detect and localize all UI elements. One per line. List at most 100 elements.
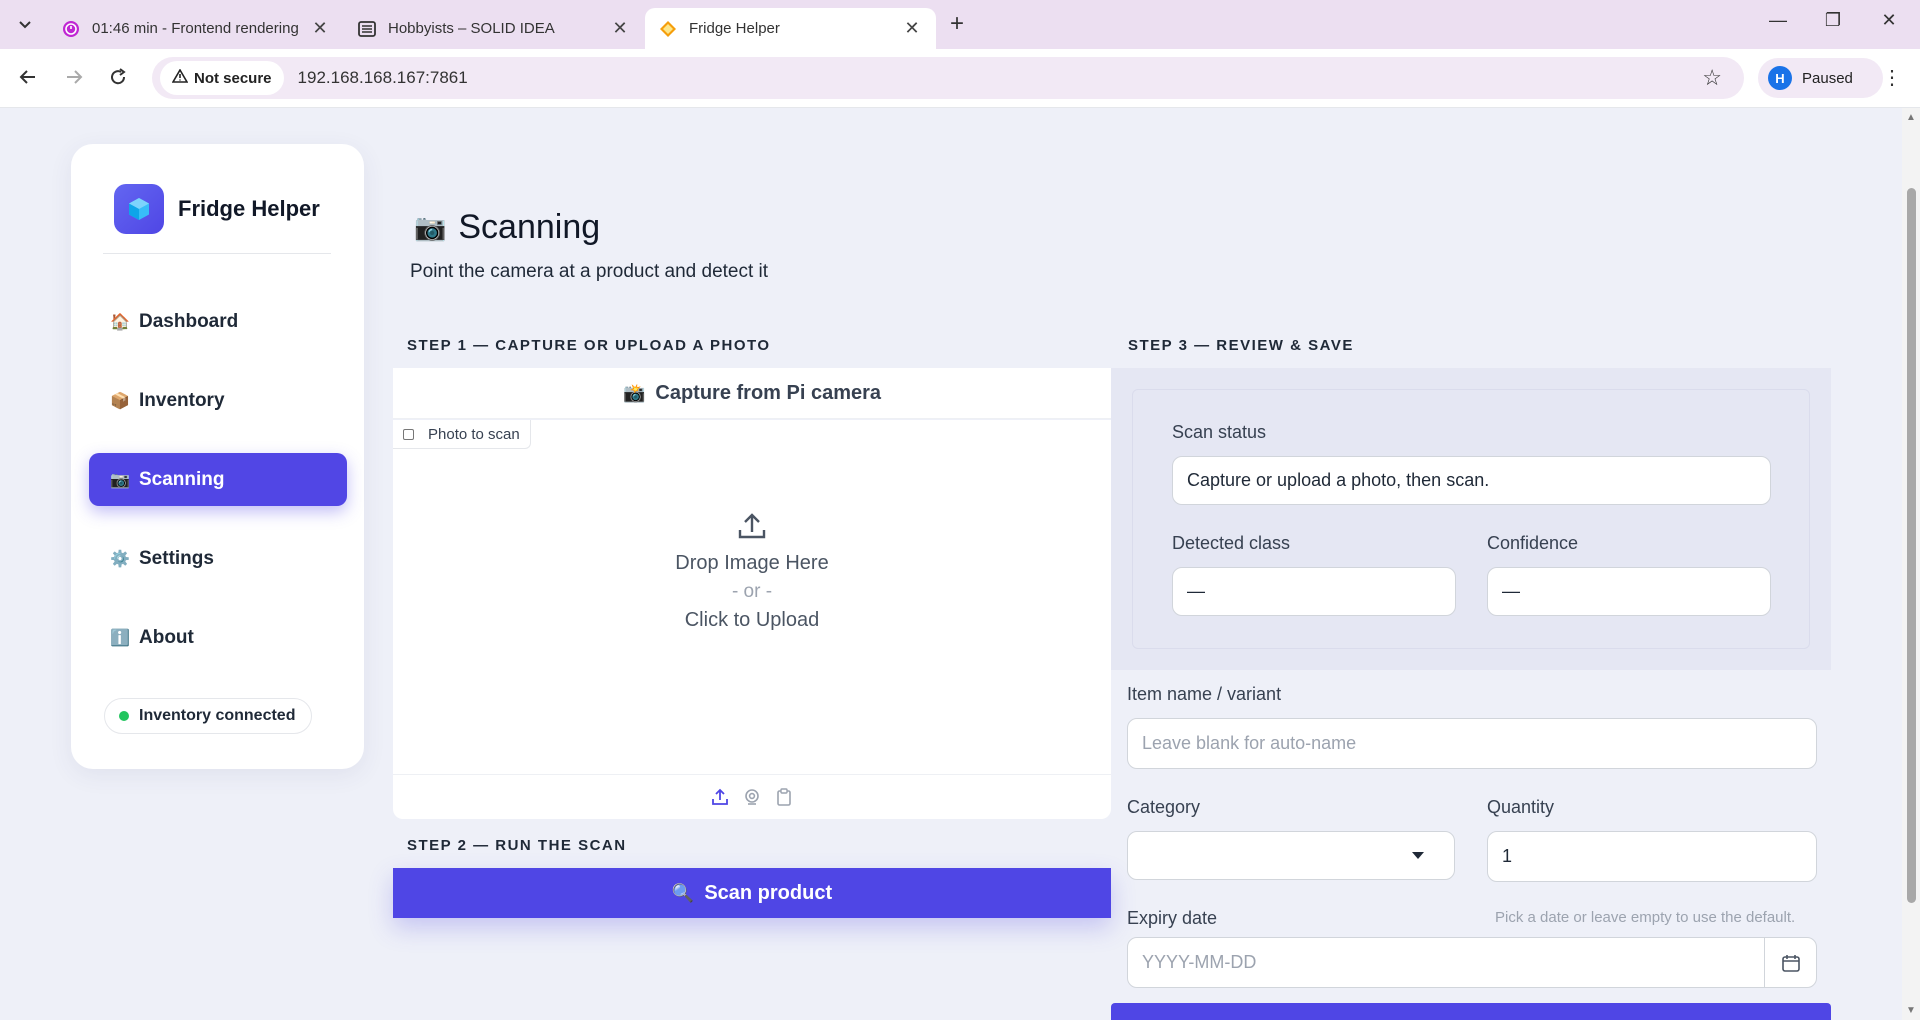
detected-class-label: Detected class (1172, 533, 1291, 553)
avatar: H (1768, 66, 1792, 90)
step1-label: STEP 1 — CAPTURE OR UPLOAD A PHOTO (407, 337, 771, 354)
step3-label: STEP 3 — REVIEW & SAVE (1128, 337, 1354, 354)
drop-zone-prompt[interactable]: Drop Image Here - or - Click to Upload (393, 510, 1111, 632)
camera-icon: 📷 (414, 212, 447, 242)
upload-source-toolbar (393, 774, 1111, 819)
webcam-icon[interactable] (742, 787, 762, 807)
divider (103, 253, 331, 254)
sidebar: Fridge Helper 🏠 Dashboard 📦 Inventory 📷 … (71, 144, 364, 769)
security-label: Not secure (194, 69, 272, 87)
scroll-up-icon[interactable]: ▲ (1906, 112, 1916, 123)
upload-icon (736, 510, 768, 542)
expiry-date-input[interactable]: YYYY-MM-DD (1127, 937, 1817, 988)
tab-title: 01:46 min - Frontend rendering (92, 20, 299, 37)
reload-icon[interactable] (106, 67, 130, 93)
drop-or-text: - or - (731, 581, 773, 602)
category-select[interactable] (1127, 831, 1455, 880)
tab-search-chevron-icon[interactable] (12, 12, 38, 38)
timer-icon (62, 20, 80, 38)
upload-tag-text: Photo to scan (428, 425, 520, 443)
house-icon: 🏠 (110, 313, 130, 331)
sidebar-item-settings[interactable]: ⚙️ Settings (89, 532, 347, 585)
browser-tab-hobbyists[interactable]: Hobbyists – SOLID IDEA ✕ (344, 8, 644, 49)
browser-tab-fridge-helper[interactable]: Fridge Helper ✕ (645, 8, 936, 49)
scan-status-field: Capture or upload a photo, then scan. (1172, 456, 1771, 505)
dropdown-caret-icon (1412, 852, 1424, 859)
brand-name: Fridge Helper (178, 196, 320, 221)
forward-arrow-icon[interactable] (62, 67, 86, 93)
sidebar-item-dashboard[interactable]: 🏠 Dashboard (89, 295, 347, 348)
gear-icon: ⚙️ (110, 550, 130, 568)
profile-chip[interactable]: H Paused (1758, 58, 1883, 98)
sidebar-item-label: Scanning (139, 468, 225, 490)
back-arrow-icon[interactable] (16, 67, 40, 93)
keyboard-icon (358, 20, 376, 38)
sidebar-item-scanning[interactable]: 📷 Scanning (89, 453, 347, 506)
page-title-text: Scanning (458, 208, 601, 246)
sidebar-item-label: Settings (139, 547, 214, 569)
info-icon: ℹ️ (110, 629, 130, 647)
confidence-label: Confidence (1487, 533, 1579, 553)
cube-icon (659, 20, 677, 38)
address-toolbar: Not secure 192.168.168.167:7861 ☆ H Paus… (0, 49, 1920, 108)
camera-flash-icon: 📸 (622, 382, 646, 403)
sidebar-item-inventory[interactable]: 📦 Inventory (89, 374, 347, 427)
sidebar-item-label: About (139, 626, 194, 648)
save-item-button[interactable] (1111, 1003, 1831, 1020)
cube-logo-icon (114, 184, 164, 234)
capture-label: Capture from Pi camera (655, 381, 882, 404)
drop-text: Drop Image Here (675, 552, 829, 574)
upload-field-label: Photo to scan (393, 420, 531, 449)
scan-status-label: Scan status (1172, 422, 1267, 442)
page-title: 📷 Scanning (414, 208, 600, 247)
upload-source-icon[interactable] (710, 787, 730, 807)
new-tab-plus-icon[interactable]: + (950, 12, 964, 36)
quantity-label: Quantity (1487, 797, 1555, 817)
confidence-field: — (1487, 567, 1771, 616)
detected-class-field: — (1172, 567, 1456, 616)
item-name-label: Item name / variant (1127, 684, 1282, 704)
category-label: Category (1127, 797, 1201, 817)
magnifier-icon: 🔍 (671, 882, 695, 903)
close-tab-icon[interactable]: ✕ (902, 18, 922, 39)
status-text: Inventory connected (139, 707, 296, 724)
scrollbar-thumb[interactable] (1907, 188, 1916, 903)
browser-tab-timer[interactable]: 01:46 min - Frontend rendering ✕ (48, 8, 344, 49)
package-icon: 📦 (110, 392, 130, 410)
url-text[interactable]: 192.168.168.167:7861 (298, 68, 468, 88)
image-icon (403, 428, 414, 440)
clipboard-icon[interactable] (774, 787, 794, 807)
expiry-placeholder: YYYY-MM-DD (1142, 952, 1257, 972)
restore-icon[interactable]: ❐ (1818, 10, 1848, 31)
sidebar-item-about[interactable]: ℹ️ About (89, 611, 347, 664)
page-subtitle: Point the camera at a product and detect… (410, 261, 769, 282)
tab-title: Fridge Helper (689, 20, 780, 37)
scroll-down-icon[interactable]: ▼ (1906, 1005, 1916, 1016)
security-chip[interactable]: Not secure (160, 61, 284, 95)
close-tab-icon[interactable]: ✕ (310, 18, 330, 39)
image-upload-dropzone[interactable]: Photo to scan Drop Image Here - or - Cli… (393, 420, 1111, 819)
minimize-icon[interactable]: — (1763, 10, 1793, 31)
bookmark-star-icon[interactable]: ☆ (1702, 65, 1722, 91)
browser-tab-strip: 01:46 min - Frontend rendering ✕ Hobbyis… (0, 0, 1920, 49)
brand: Fridge Helper (114, 184, 320, 234)
browser-menu-icon[interactable]: ⋮ (1882, 65, 1902, 90)
tab-title: Hobbyists – SOLID IDEA (388, 20, 555, 37)
scan-product-button[interactable]: 🔍 Scan product (393, 868, 1111, 918)
item-name-input[interactable]: Leave blank for auto-name (1127, 718, 1817, 769)
camera-icon: 📷 (110, 471, 130, 489)
close-tab-icon[interactable]: ✕ (610, 18, 630, 39)
omnibox[interactable]: Not secure 192.168.168.167:7861 ☆ (152, 57, 1744, 99)
warning-icon (171, 68, 189, 87)
scan-result-panel (1111, 368, 1831, 670)
capture-button[interactable]: 📸 Capture from Pi camera (393, 368, 1111, 419)
page-viewport: Fridge Helper 🏠 Dashboard 📦 Inventory 📷 … (0, 108, 1920, 1020)
scan-label: Scan product (704, 881, 833, 904)
close-window-icon[interactable]: ✕ (1874, 10, 1904, 31)
page-scrollbar[interactable]: ▲ ▼ (1902, 108, 1920, 1020)
step2-label: STEP 2 — RUN THE SCAN (407, 837, 627, 854)
sidebar-item-label: Dashboard (139, 310, 239, 332)
click-upload-text: Click to Upload (684, 609, 820, 631)
quantity-input[interactable]: 1 (1487, 831, 1817, 882)
calendar-icon[interactable] (1764, 938, 1816, 987)
